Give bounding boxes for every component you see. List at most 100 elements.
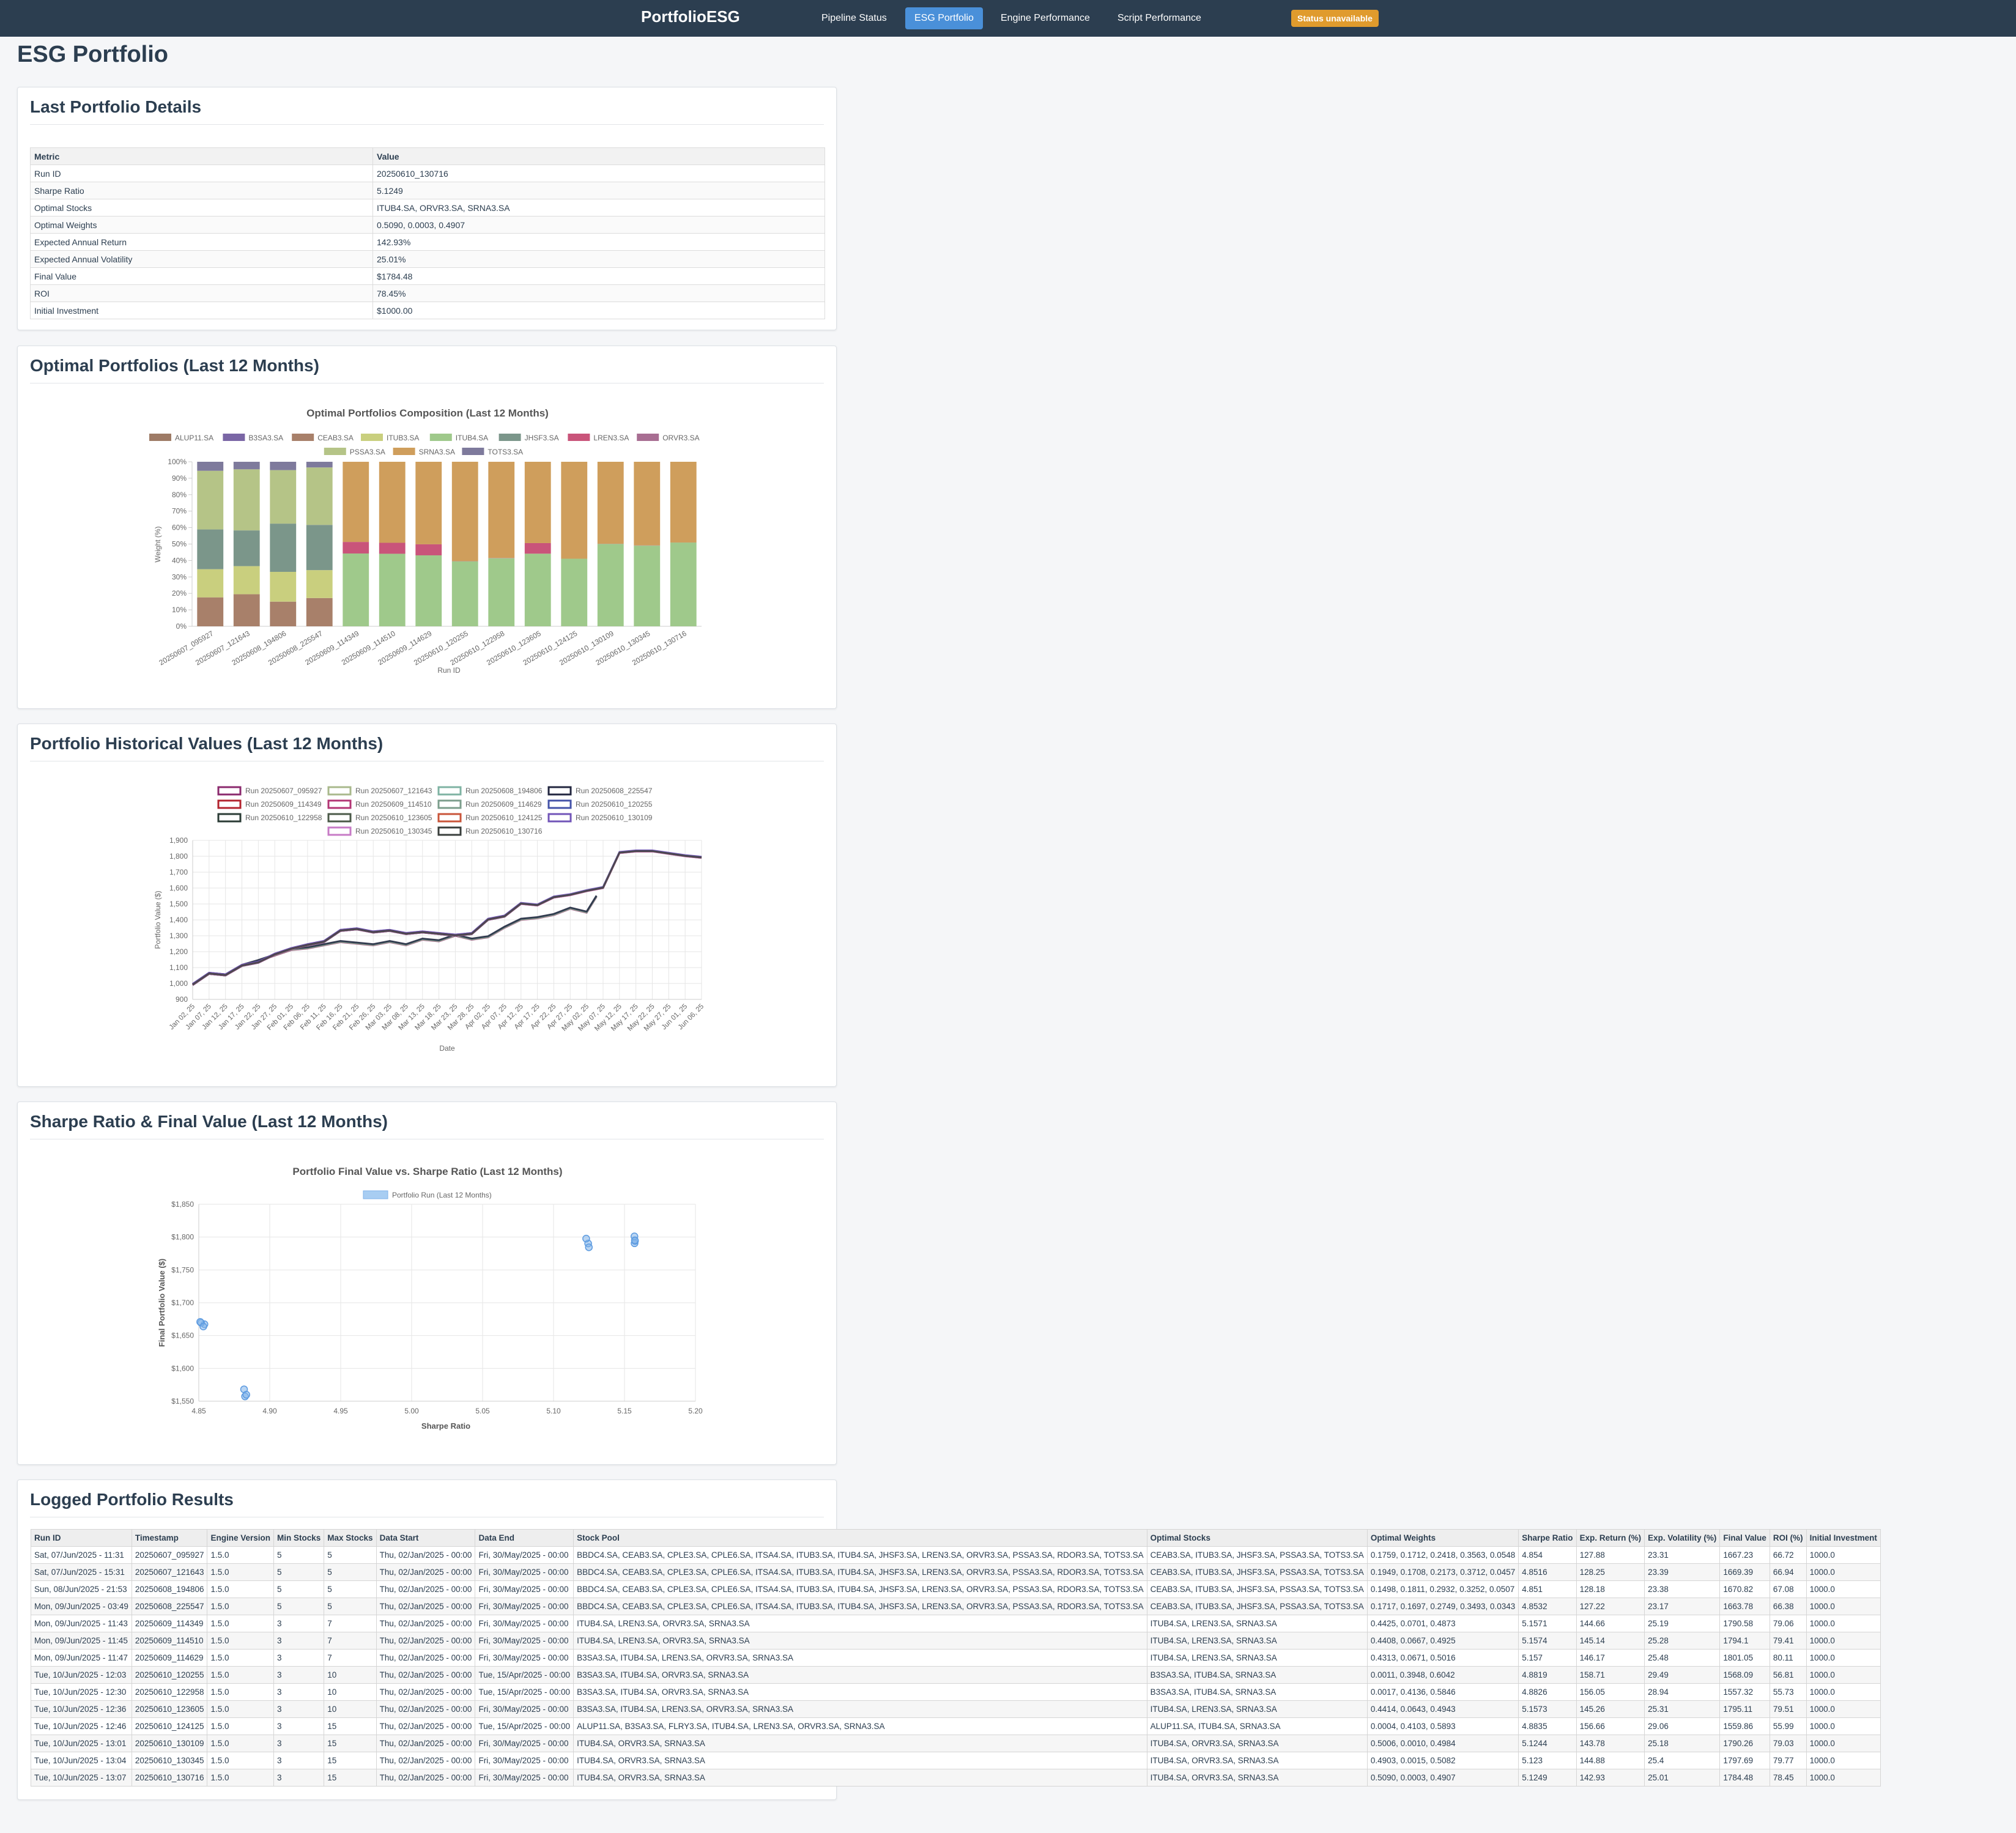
table-cell: Fri, 30/May/2025 - 00:00 [475, 1649, 574, 1667]
bar-segment [197, 597, 224, 626]
table-cell: 66.72 [1769, 1546, 1807, 1564]
y-tick-label: 1,800 [169, 852, 188, 861]
table-row: Run ID 20250610_130716 [30, 165, 825, 182]
table-cell: Tue, 10/Jun/2025 - 12:46 [31, 1717, 132, 1735]
legend-label: Portfolio Run (Last 12 Months) [392, 1191, 492, 1199]
table-cell: 15 [324, 1735, 377, 1752]
brand-logo[interactable]: PortfolioESG [641, 7, 740, 26]
y-tick-label: $1,700 [171, 1298, 194, 1307]
table-cell: 0.0017, 0.4136, 0.5846 [1366, 1683, 1519, 1701]
series-line [192, 850, 702, 986]
y-tick-label: $1,600 [171, 1364, 194, 1372]
table-cell: 20250608_194806 [131, 1580, 208, 1598]
legend-swatch [217, 813, 242, 823]
table-cell: 5 [324, 1580, 377, 1598]
table-cell: 20250609_114349 [131, 1615, 208, 1632]
table-cell: 25.18 [1644, 1735, 1721, 1752]
table-cell: 5 [273, 1598, 325, 1615]
legend-swatch [363, 1190, 388, 1199]
scatter-point [585, 1243, 593, 1251]
x-tick-label: 5.00 [404, 1407, 419, 1415]
table-row: Tue, 10/Jun/2025 - 13:07 20250610_130716 1… [31, 1769, 1881, 1787]
table-cell: 1.5.0 [207, 1752, 275, 1769]
table-cell: ITUB4.SA, ORVR3.SA, SRNA3.SA [1146, 1752, 1368, 1769]
table-cell: 144.66 [1576, 1615, 1645, 1632]
table-cell: 1.5.0 [207, 1632, 275, 1650]
y-tick-label: $1,850 [171, 1200, 194, 1209]
bar-segment [270, 470, 297, 524]
table-cell: Thu, 02/Jan/2025 - 00:00 [376, 1666, 476, 1684]
table-cell: Thu, 02/Jan/2025 - 00:00 [376, 1598, 476, 1615]
bar-segment [233, 566, 260, 594]
table-row: Mon, 09/Jun/2025 - 03:49 20250608_225547 1… [31, 1598, 1881, 1615]
table-cell: 3 [273, 1649, 325, 1667]
legend-label: Run 20250607_121643 [355, 787, 432, 795]
table-cell: B3SA3.SA, ITUB4.SA, LREN3.SA, ORVR3.SA, … [573, 1700, 1147, 1718]
table-cell: 7 [324, 1632, 377, 1650]
table-cell: 0.0011, 0.3948, 0.6042 [1366, 1666, 1519, 1684]
table-cell: 56.81 [1769, 1666, 1807, 1684]
table-cell: 20250610_130716 [131, 1769, 208, 1787]
y-tick-label: 90% [172, 474, 187, 483]
table-header: Stock Pool [573, 1529, 1147, 1547]
details-table: Metric Value Run ID 20250610_130716 Sharpe… [30, 147, 825, 319]
table-cell: 5 [324, 1546, 377, 1564]
divider [30, 124, 824, 125]
table-cell: 20250610_130109 [131, 1735, 208, 1752]
table-cell: 55.73 [1769, 1683, 1807, 1701]
logged-table-wrap[interactable]: Run ID Timestamp Engine Version Min Stocks M… [31, 1529, 1881, 1787]
x-tick-label: 5.05 [475, 1407, 490, 1415]
table-cell: Mon, 09/Jun/2025 - 11:43 [31, 1615, 132, 1632]
table-cell: 5.123 [1518, 1752, 1577, 1769]
bar-segment [379, 554, 406, 626]
table-cell: Thu, 02/Jan/2025 - 00:00 [376, 1546, 476, 1564]
nav-pipeline-status[interactable]: Pipeline Status [812, 7, 896, 29]
y-tick-label: 0% [176, 622, 187, 631]
y-tick-label: 40% [172, 556, 187, 565]
legend-label: SRNA3.SA [419, 448, 455, 456]
table-cell: 145.14 [1576, 1632, 1645, 1650]
table-cell: 1000.0 [1806, 1683, 1881, 1701]
nav-engine-performance[interactable]: Engine Performance [991, 7, 1099, 29]
page-title: ESG Portfolio [17, 42, 168, 67]
nav-script-performance[interactable]: Script Performance [1108, 7, 1210, 29]
legend-label: CEAB3.SA [317, 434, 354, 442]
table-cell: 23.17 [1644, 1598, 1721, 1615]
table-row: Tue, 10/Jun/2025 - 13:04 20250610_130345 1… [31, 1752, 1881, 1769]
value-cell: $1000.00 [372, 302, 825, 319]
y-tick-label: 1,000 [169, 979, 188, 988]
legend-label: TOTS3.SA [487, 448, 523, 456]
bar-segment [233, 469, 260, 531]
legend-label: Run 20250610_123605 [355, 813, 432, 822]
y-tick-label: $1,650 [171, 1331, 194, 1340]
table-cell: 1000.0 [1806, 1769, 1881, 1787]
table-cell: 7 [324, 1615, 377, 1632]
table-cell: B3SA3.SA, ITUB4.SA, ORVR3.SA, SRNA3.SA [573, 1666, 1147, 1684]
table-cell: ITUB4.SA, ORVR3.SA, SRNA3.SA [573, 1752, 1147, 1769]
table-cell: Thu, 02/Jan/2025 - 00:00 [376, 1580, 476, 1598]
table-cell: Fri, 30/May/2025 - 00:00 [475, 1598, 574, 1615]
table-cell: B3SA3.SA, ITUB4.SA, SRNA3.SA [1146, 1666, 1368, 1684]
series-line [192, 850, 702, 986]
chart-title: Portfolio Final Value vs. Sharpe Ratio (… [292, 1166, 562, 1177]
table-cell: 4.8516 [1518, 1563, 1577, 1581]
legend-swatch [547, 799, 572, 809]
table-cell: 0.5090, 0.0003, 0.4907 [1366, 1769, 1519, 1787]
nav-esg-portfolio[interactable]: ESG Portfolio [905, 7, 983, 29]
y-tick-label: 900 [176, 995, 188, 1004]
bar-segment [597, 544, 624, 626]
legend-swatch [547, 813, 572, 823]
bar-segment [379, 462, 406, 543]
table-cell: 5 [324, 1598, 377, 1615]
table-cell: 1784.48 [1719, 1769, 1770, 1787]
bar-segment [524, 554, 551, 626]
legend-swatch [217, 799, 242, 809]
table-row: Tue, 10/Jun/2025 - 12:46 20250610_124125 1… [31, 1717, 1881, 1735]
top-navbar: PortfolioESG Pipeline Status ESG Portfol… [0, 0, 2016, 37]
table-cell: 128.25 [1576, 1563, 1645, 1581]
series-line [192, 850, 702, 985]
bar-segment [343, 542, 369, 554]
legend-swatch [437, 786, 462, 796]
table-cell: 66.38 [1769, 1598, 1807, 1615]
legend-label: Run 20250610_130716 [465, 827, 543, 835]
